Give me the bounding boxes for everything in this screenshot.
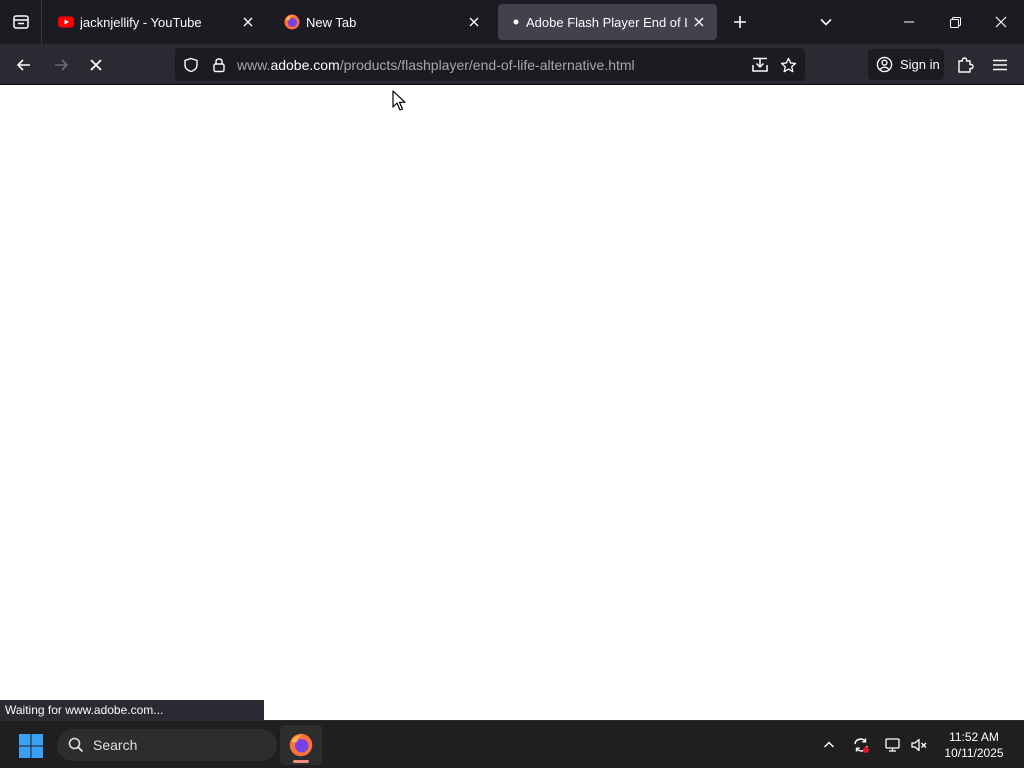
tab-title: New Tab (306, 14, 357, 30)
windows-logo-icon (19, 734, 43, 758)
plus-icon (734, 16, 746, 28)
lock-icon[interactable] (210, 56, 228, 74)
close-tab-icon[interactable] (236, 10, 260, 34)
restore-button[interactable] (932, 0, 978, 44)
sync-icon (854, 738, 869, 753)
sign-in-button[interactable]: Sign in (868, 49, 944, 80)
tab-new-tab[interactable]: New Tab (270, 4, 492, 40)
sync-tray-icon[interactable] (849, 733, 873, 757)
tab-title: Adobe Flash Player End of Life (526, 14, 687, 30)
tab-title: jacknjellify - YouTube (80, 14, 202, 30)
restore-icon (949, 16, 961, 28)
tab-youtube[interactable]: jacknjellify - YouTube (44, 4, 266, 40)
chevron-up-icon (824, 741, 834, 748)
navigation-toolbar: www.adobe.com/products/flashplayer/end-o… (0, 44, 1024, 85)
tab-strip: jacknjellify - YouTube New Tab Adobe Fla… (0, 0, 1024, 44)
firefox-view-button[interactable] (0, 0, 42, 44)
taskbar-search[interactable]: Search (57, 729, 277, 761)
url-domain: adobe.com (270, 57, 340, 73)
stop-icon (90, 59, 102, 71)
list-all-tabs-button[interactable] (812, 8, 840, 36)
close-tab-icon[interactable] (687, 10, 711, 34)
account-icon (876, 56, 893, 73)
firefox-icon (284, 14, 300, 30)
back-button[interactable] (9, 50, 39, 80)
windows-start-button[interactable] (18, 733, 44, 759)
shield-icon[interactable] (182, 56, 200, 74)
minimize-button[interactable] (886, 0, 932, 44)
stop-loading-button[interactable] (81, 50, 111, 80)
close-window-button[interactable] (978, 0, 1024, 44)
url-text[interactable]: www.adobe.com/products/flashplayer/end-o… (237, 57, 635, 73)
search-placeholder: Search (93, 737, 138, 753)
minimize-icon (904, 21, 914, 23)
arrow-right-icon (55, 59, 69, 71)
tab-adobe-flash[interactable]: Adobe Flash Player End of Life (498, 4, 717, 40)
url-path: /products/flashplayer/end-of-life-altern… (339, 57, 635, 73)
save-to-pocket-icon[interactable] (751, 56, 769, 74)
app-menu-button[interactable] (985, 50, 1015, 80)
status-panel: Waiting for www.adobe.com... (0, 700, 264, 720)
url-prefix: www. (237, 57, 271, 73)
hamburger-menu-icon (993, 59, 1007, 71)
search-icon (68, 737, 84, 753)
url-bar[interactable]: www.adobe.com/products/flashplayer/end-o… (175, 48, 805, 81)
taskbar-clock[interactable]: 11:52 AM 10/11/2025 (936, 729, 1012, 761)
clock-date: 10/11/2025 (944, 746, 1004, 760)
close-tab-icon[interactable] (462, 10, 486, 34)
running-indicator (293, 760, 309, 763)
volume-muted-icon (911, 738, 927, 752)
new-tab-button[interactable] (726, 8, 754, 36)
show-hidden-icons-button[interactable] (817, 733, 841, 757)
close-icon (995, 16, 1007, 28)
taskbar-firefox-app[interactable] (280, 725, 322, 765)
network-icon (885, 738, 900, 752)
mouse-cursor-icon (392, 90, 406, 111)
loading-dot-icon (512, 14, 520, 30)
arrow-left-icon (16, 59, 30, 71)
youtube-icon (58, 14, 74, 30)
extensions-button[interactable] (950, 50, 980, 80)
firefox-view-icon (12, 15, 29, 29)
volume-tray-icon[interactable] (907, 733, 931, 757)
sign-in-label: Sign in (900, 57, 940, 72)
windows-taskbar: Search 11:52 AM 10/11/2025 (0, 720, 1024, 768)
chevron-down-icon (820, 18, 832, 26)
forward-button[interactable] (46, 50, 76, 80)
firefox-icon (289, 733, 313, 757)
bookmark-star-icon[interactable] (779, 56, 797, 74)
page-content[interactable] (0, 85, 1024, 720)
puzzle-icon (958, 57, 974, 73)
network-tray-icon[interactable] (881, 733, 905, 757)
clock-time: 11:52 AM (949, 730, 999, 744)
